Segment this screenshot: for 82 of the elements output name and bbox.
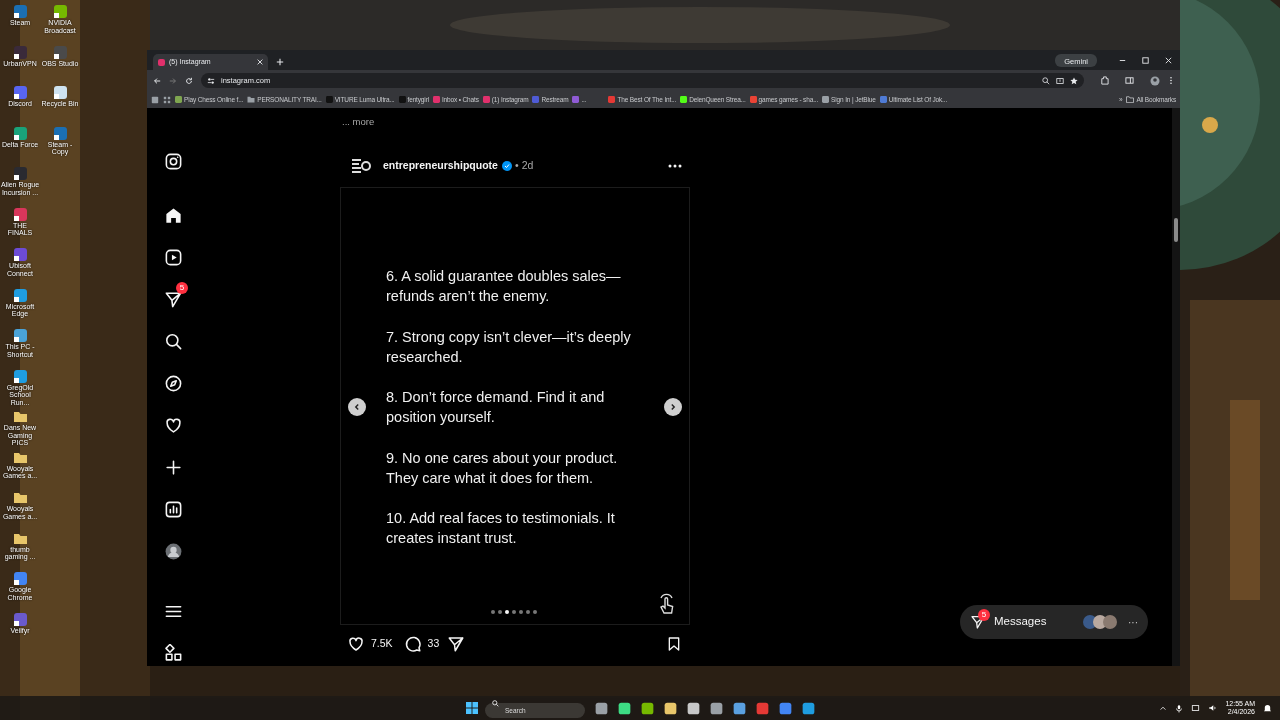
account-logo-icon[interactable] <box>351 159 371 173</box>
profile-icon[interactable] <box>1150 75 1160 86</box>
microphone-icon[interactable] <box>1175 703 1184 713</box>
app-icon[interactable] <box>618 701 631 715</box>
chart-icon[interactable] <box>164 500 183 520</box>
slide-text: 7. Strong copy isn’t clever—it’s deeply researched. <box>386 327 631 367</box>
next-button[interactable] <box>664 398 682 416</box>
comment-count: 33 <box>427 636 440 652</box>
plus-icon[interactable] <box>164 458 183 478</box>
reload-icon[interactable] <box>185 76 193 85</box>
camera-logo-icon[interactable] <box>164 152 183 172</box>
install-icon[interactable] <box>1056 76 1064 85</box>
tab-favicon <box>158 58 165 66</box>
heart-icon[interactable] <box>347 635 365 653</box>
bookmark-icon[interactable] <box>666 636 682 652</box>
volume-icon[interactable] <box>1208 704 1218 712</box>
send-icon[interactable] <box>447 635 466 653</box>
carousel-dot[interactable] <box>533 610 537 614</box>
comment-icon[interactable] <box>403 635 422 653</box>
slide-text: 6. A solid guarantee doubles sales— refunds aren’t the enemy. <box>386 267 622 306</box>
network-icon[interactable] <box>1191 704 1201 712</box>
notification-badge: 5 <box>176 282 188 294</box>
chevron-right-icon <box>669 403 677 411</box>
app-icon[interactable] <box>664 701 677 715</box>
grid-icon[interactable] <box>163 95 171 104</box>
carousel-dot[interactable] <box>526 610 530 614</box>
chevron-up-icon[interactable] <box>1159 704 1168 712</box>
windows-icon[interactable] <box>466 702 478 714</box>
send-icon[interactable] <box>164 290 183 310</box>
back-icon[interactable] <box>153 76 161 85</box>
author-link[interactable]: entrepreneurshipquote <box>383 158 498 174</box>
slide-text: 8. Don’t force demand. Find it and position yourself. <box>386 388 606 427</box>
avatars-icon <box>1082 614 1120 630</box>
zoom-icon[interactable] <box>1042 76 1050 85</box>
more-dots: ··· <box>1128 615 1138 630</box>
side-panel-icon[interactable] <box>1125 76 1134 85</box>
forward-icon <box>169 76 177 85</box>
folder-icon <box>1126 96 1135 103</box>
plus-icon[interactable] <box>276 58 284 66</box>
squares-icon[interactable] <box>164 644 183 664</box>
app-icon[interactable] <box>595 701 608 715</box>
more-link[interactable]: ... more <box>342 115 375 127</box>
notification-icon[interactable] <box>1263 703 1272 713</box>
app-icon[interactable] <box>687 701 700 715</box>
maximize-icon[interactable] <box>1141 56 1150 65</box>
avatar-icon[interactable] <box>164 542 183 562</box>
close-icon[interactable] <box>257 59 263 65</box>
carousel-dot[interactable] <box>512 610 516 614</box>
app-icon[interactable] <box>733 701 746 715</box>
more-options-icon[interactable] <box>668 164 682 168</box>
star-icon[interactable] <box>1070 76 1078 85</box>
app-icon[interactable] <box>710 701 723 715</box>
compass-icon[interactable] <box>164 374 183 394</box>
site-info-icon[interactable] <box>207 76 215 85</box>
slide-text: 10. Add real faces to testimonials. It creates instant trust. <box>386 509 616 548</box>
carousel-dot[interactable] <box>491 610 495 614</box>
app-icon[interactable] <box>802 701 815 715</box>
slide-text: 9. No one cares about your product. They care what it does for them. <box>386 448 619 488</box>
separator: • <box>514 158 519 174</box>
scrollbar-thumb[interactable] <box>1172 218 1180 242</box>
previous-button[interactable] <box>348 398 366 416</box>
heart-icon[interactable] <box>164 416 183 436</box>
video-icon[interactable] <box>164 248 183 268</box>
folder-icon[interactable] <box>12 409 28 424</box>
folder-icon[interactable] <box>12 490 28 505</box>
messages-button[interactable]: 5 Messages ··· <box>960 605 1148 639</box>
app-icon[interactable] <box>641 701 654 715</box>
carousel-dot[interactable] <box>519 610 523 614</box>
extensions-icon[interactable] <box>1100 76 1109 85</box>
carousel-dot[interactable] <box>498 610 502 614</box>
search-icon[interactable] <box>164 332 183 352</box>
search-icon <box>492 700 499 707</box>
like-count: 7.5K <box>371 636 393 652</box>
home-icon[interactable] <box>164 206 183 226</box>
close-icon[interactable] <box>1164 56 1173 65</box>
menu-icon[interactable] <box>1168 76 1174 85</box>
carousel-dot[interactable] <box>505 610 509 614</box>
messages-label: Messages <box>994 614 1047 630</box>
post-time: 2d <box>521 158 534 174</box>
notification-badge: 5 <box>978 609 990 621</box>
apps-icon[interactable] <box>151 95 159 104</box>
chevron-left-icon <box>353 403 361 411</box>
